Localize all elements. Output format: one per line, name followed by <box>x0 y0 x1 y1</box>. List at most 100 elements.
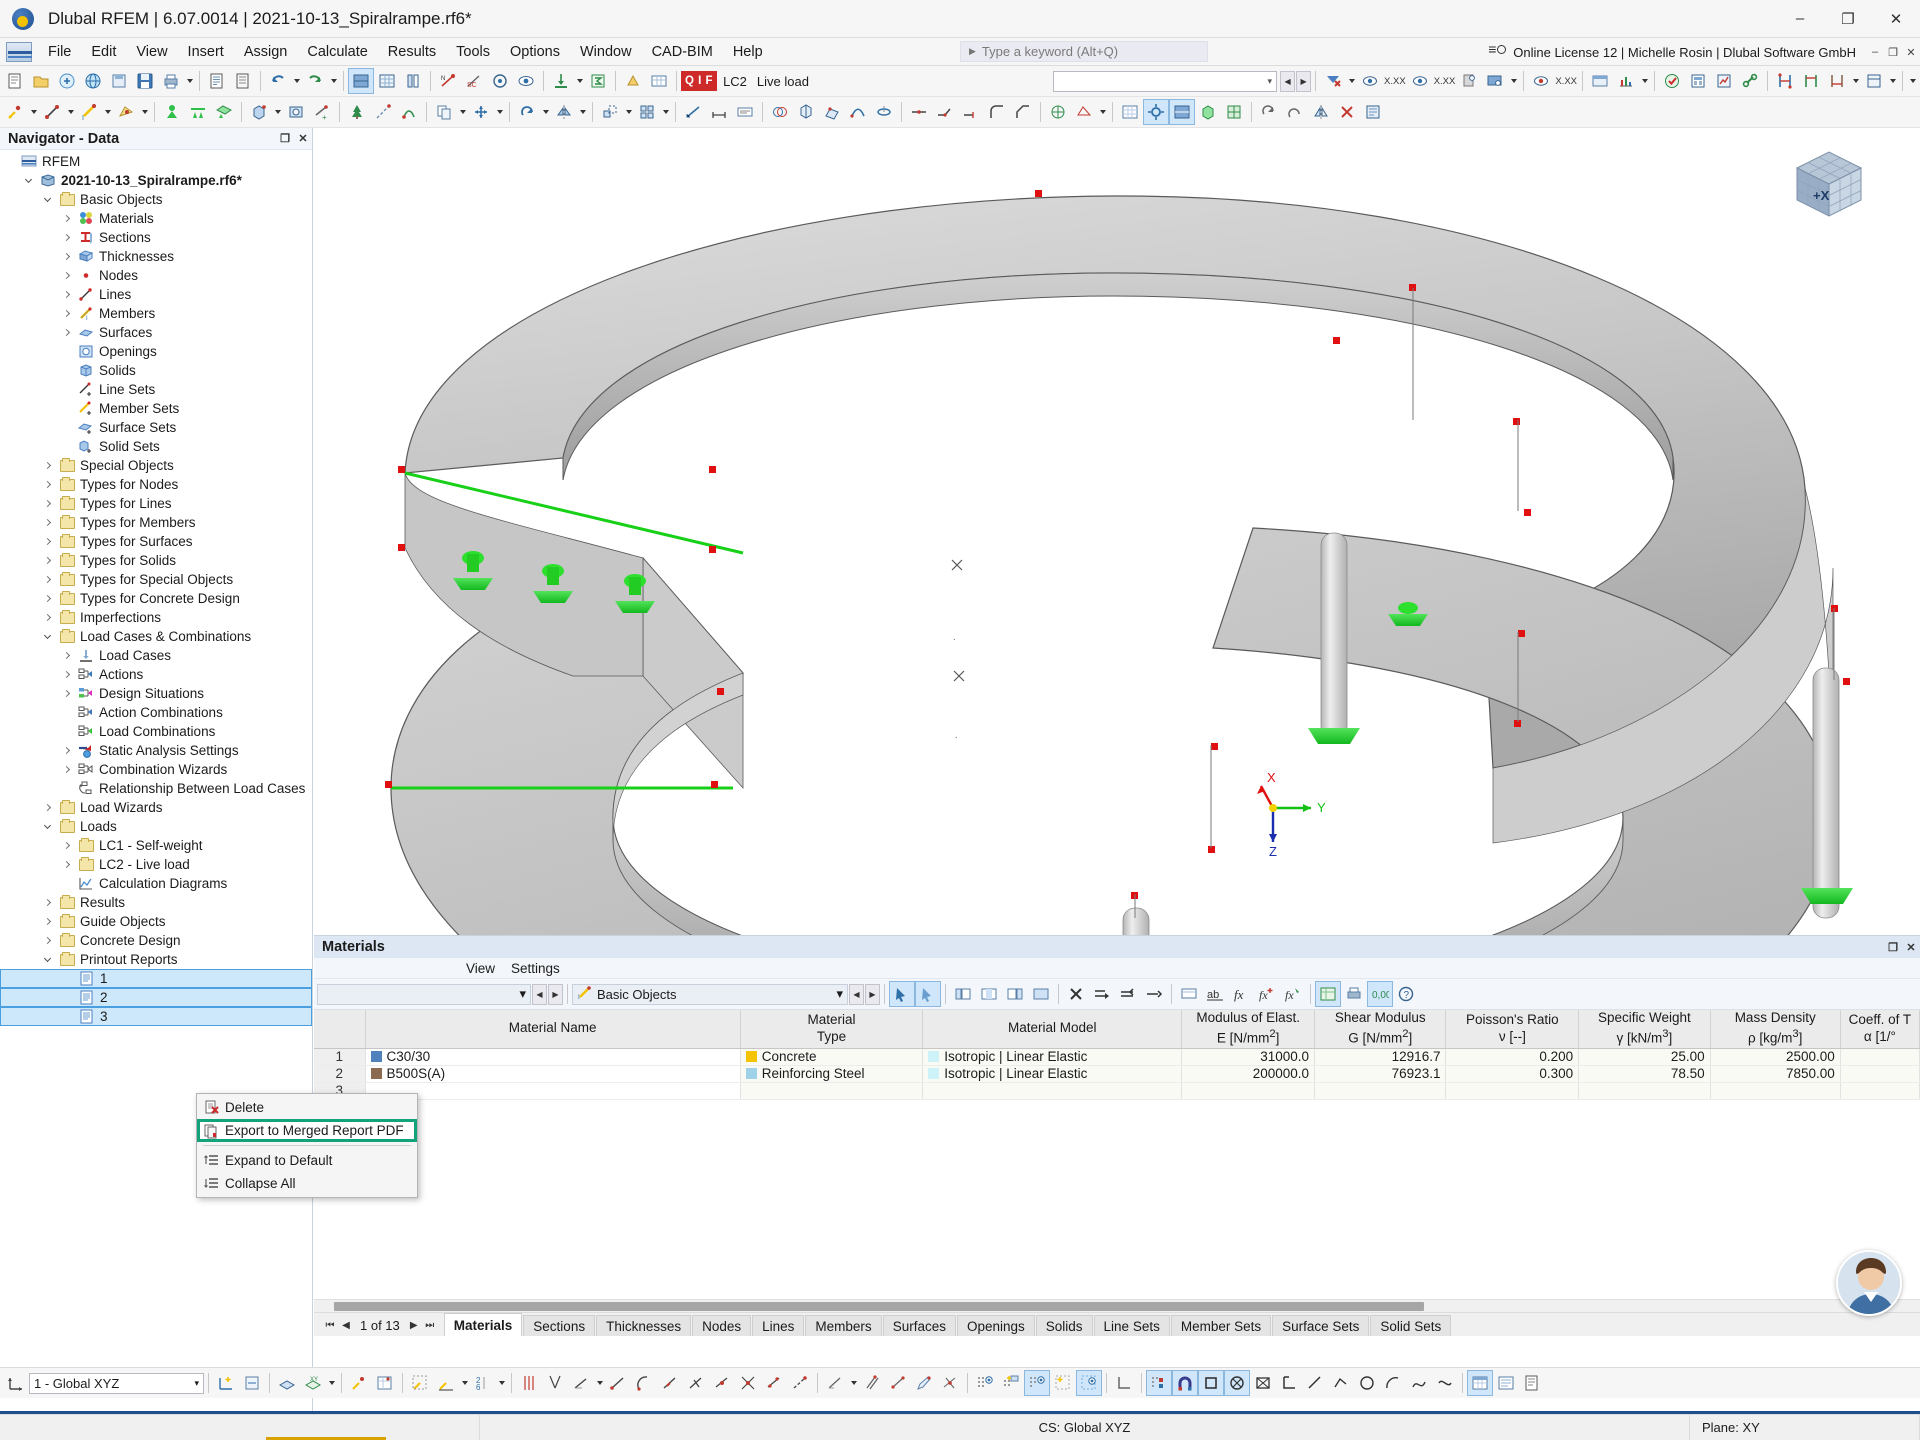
chevron-right-icon[interactable] <box>57 836 76 855</box>
table-formula-button[interactable]: fx <box>1228 981 1254 1007</box>
tree-item-load-combinations[interactable]: Load Combinations <box>0 722 312 741</box>
new-opening-button[interactable] <box>283 99 309 125</box>
show-sections-button[interactable]: SC <box>461 68 487 94</box>
tree-item-combination-wizards[interactable]: Combination Wizards <box>0 760 312 779</box>
table-cell-nu[interactable]: 0.200 <box>1445 1048 1580 1066</box>
coordinate-system-select[interactable]: 1 - Global XYZ ▾ <box>29 1372 204 1394</box>
tree-item-1[interactable]: 1 <box>0 969 312 988</box>
new-set-button[interactable]: + <box>309 99 335 125</box>
table-row[interactable]: 2 B500S(A) Reinforcing Steel Isotropic | Li… <box>314 1065 1920 1083</box>
chevron-right-icon[interactable] <box>38 494 57 513</box>
doc-close-button[interactable]: ✕ <box>1902 46 1920 59</box>
table-tab-surface-sets[interactable]: Surface Sets <box>1272 1315 1370 1336</box>
navigator-close-button[interactable]: ✕ <box>294 132 312 145</box>
grid-visibility-button[interactable] <box>1024 1370 1050 1396</box>
chevron-right-icon[interactable] <box>57 266 76 285</box>
context-menu-item-collapse-all[interactable]: Collapse All <box>197 1172 417 1195</box>
chevron-right-icon[interactable] <box>57 855 76 874</box>
select-arc-button[interactable] <box>1380 1370 1406 1396</box>
nodal-support-button[interactable] <box>159 99 185 125</box>
tree-item-guide-objects[interactable]: Guide Objects <box>0 912 312 931</box>
calculate-selected-button[interactable] <box>1685 68 1711 94</box>
plane-xy-button[interactable]: XY <box>300 1370 326 1396</box>
calculation-diagram-button[interactable] <box>1711 68 1737 94</box>
design-concrete-button[interactable] <box>1772 68 1798 94</box>
table-view-button[interactable] <box>1467 1370 1493 1396</box>
section-view-button[interactable] <box>487 68 513 94</box>
undo-dropdown-caret[interactable] <box>291 68 302 94</box>
chevron-right-icon[interactable] <box>38 513 57 532</box>
globe-button[interactable] <box>80 68 106 94</box>
revolve-button[interactable] <box>871 99 897 125</box>
menu-results[interactable]: Results <box>378 40 446 64</box>
chevron-right-icon[interactable] <box>38 532 57 551</box>
result-info-button[interactable] <box>1528 68 1554 94</box>
doc-minimize-button[interactable]: – <box>1866 46 1884 59</box>
magnet-snap-button[interactable] <box>1172 1370 1198 1396</box>
chevron-right-icon[interactable] <box>57 741 76 760</box>
tree-item-calculation-diagrams[interactable]: Calculation Diagrams <box>0 874 312 893</box>
table-pick-mode-button[interactable] <box>915 981 941 1007</box>
array-object-button[interactable] <box>634 99 660 125</box>
rotate-object-caret[interactable] <box>540 99 551 125</box>
tree-item-actions[interactable]: Actions <box>0 665 312 684</box>
new-node-caret[interactable] <box>28 99 39 125</box>
guide-object-button[interactable] <box>370 99 396 125</box>
grid-header-cell[interactable] <box>314 1010 366 1049</box>
table-cell-num[interactable]: 2 <box>314 1065 366 1083</box>
table-cell-name[interactable]: B500S(A) <box>365 1065 741 1083</box>
tree-item-surfaces[interactable]: Surfaces <box>0 323 312 342</box>
boolean-button[interactable] <box>793 99 819 125</box>
tree-item-member-sets[interactable]: Member Sets <box>0 399 312 418</box>
grid-header-cell[interactable]: Poisson's Ratio ν [--] <box>1445 1010 1580 1049</box>
calculate-all-button[interactable] <box>1659 68 1685 94</box>
select-corner-button[interactable] <box>1276 1370 1302 1396</box>
grid-header-cell[interactable]: Mass Density ρ [kg/m3] <box>1710 1010 1841 1049</box>
navigator-float-button[interactable]: ❐ <box>276 132 294 145</box>
context-menu-item-delete[interactable]: Delete <box>197 1096 417 1119</box>
pager-prev-button[interactable]: ◀ <box>338 1320 354 1331</box>
chamfer-button[interactable] <box>1010 99 1036 125</box>
select-window-button[interactable] <box>1250 1370 1276 1396</box>
fem-mesh-button[interactable] <box>1071 99 1097 125</box>
divide-line-button[interactable] <box>657 1370 683 1396</box>
tree-item-line-sets[interactable]: Line Sets <box>0 380 312 399</box>
mesh-refinement-button[interactable] <box>1045 99 1071 125</box>
tree-item-load-cases[interactable]: Load Cases <box>0 646 312 665</box>
load-sum-button[interactable] <box>585 68 611 94</box>
snap-grid-button[interactable] <box>407 1370 433 1396</box>
grid-header-cell[interactable]: Shear Modulus G [N/mm2] <box>1314 1010 1447 1049</box>
table-float-button[interactable]: ❐ <box>1884 941 1902 954</box>
menu-window[interactable]: Window <box>570 40 642 64</box>
intersection-point-button[interactable] <box>735 1370 761 1396</box>
angle-line-caret[interactable] <box>594 1370 605 1396</box>
render-wireframe-button[interactable] <box>374 68 400 94</box>
new-node-grid-button[interactable] <box>372 1370 398 1396</box>
copy-object-button[interactable] <box>431 99 457 125</box>
tree-item-nodes[interactable]: Nodes <box>0 266 312 285</box>
select-free-button[interactable] <box>1432 1370 1458 1396</box>
result-chart-caret[interactable] <box>1639 68 1650 94</box>
pager-last-button[interactable]: ⏭ <box>422 1320 438 1331</box>
table-remove-row-button[interactable] <box>1115 981 1141 1007</box>
new-node-bottom-button[interactable] <box>346 1370 372 1396</box>
transparency-button[interactable] <box>1221 99 1247 125</box>
chevron-right-icon[interactable] <box>38 798 57 817</box>
table-tab-surfaces[interactable]: Surfaces <box>882 1315 956 1336</box>
dimension-button[interactable] <box>706 99 732 125</box>
result-chart-button[interactable] <box>1613 68 1639 94</box>
edit-cs-button[interactable] <box>239 1370 265 1396</box>
grid-header-cell[interactable]: Material Model <box>922 1010 1183 1049</box>
new-line-caret[interactable] <box>65 99 76 125</box>
table-row[interactable]: 1 C30/30 Concrete Isotropic | Linear Elasti… <box>314 1048 1920 1066</box>
measure-button[interactable] <box>680 99 706 125</box>
clear-results-button[interactable] <box>1320 68 1346 94</box>
table-cell-G[interactable] <box>1314 1082 1447 1100</box>
result-values-button[interactable] <box>1357 68 1383 94</box>
table-print-button[interactable] <box>1341 981 1367 1007</box>
chevron-right-icon[interactable] <box>38 912 57 931</box>
minimize-button[interactable]: – <box>1776 0 1824 38</box>
maximize-button[interactable]: ❐ <box>1824 0 1872 38</box>
tree-item-basic-objects[interactable]: Basic Objects <box>0 190 312 209</box>
chevron-down-icon[interactable] <box>38 627 57 646</box>
